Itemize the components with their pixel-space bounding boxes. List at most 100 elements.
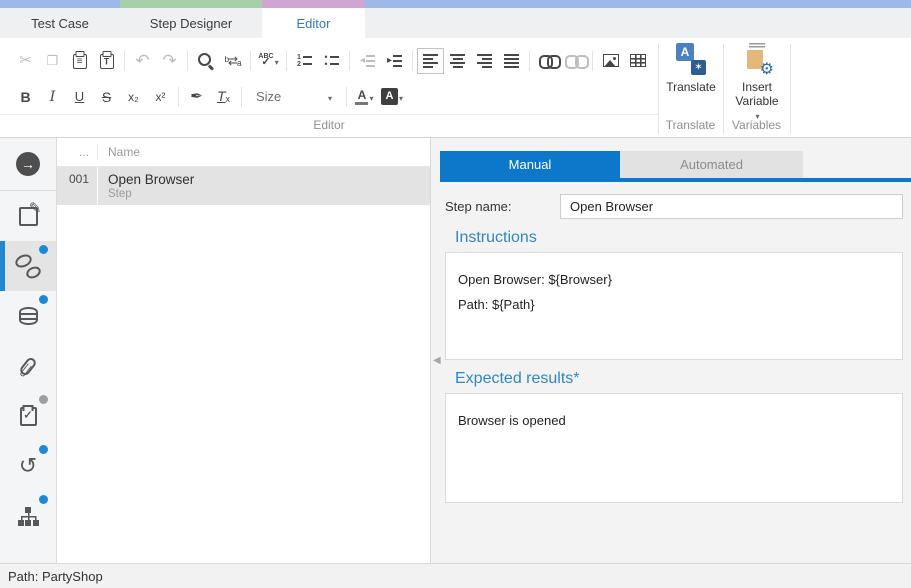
tab-label: Test Case: [31, 16, 89, 31]
spellcheck-button[interactable]: [255, 48, 282, 74]
chevron-down-icon: [399, 88, 403, 106]
translate-button[interactable]: Translate: [660, 43, 722, 94]
subscript-icon: [128, 91, 139, 103]
bold-icon: [20, 90, 30, 104]
sidebar-item-navigate[interactable]: [0, 138, 56, 190]
clear-format-button[interactable]: [210, 84, 237, 110]
cut-icon: [19, 53, 32, 68]
bullet-list-icon: [324, 54, 338, 68]
group-separator-line: [0, 114, 658, 115]
sidebar-item-hierarchy[interactable]: [0, 491, 56, 541]
step-list-rows: 001Open BrowserStep: [57, 167, 430, 205]
paste-button[interactable]: [66, 48, 93, 74]
align-left-button[interactable]: [417, 48, 444, 74]
insert-table-button[interactable]: [624, 48, 651, 74]
step-name-label: Step name:: [445, 199, 560, 214]
outdent-icon: [360, 55, 375, 67]
paste-icon: [73, 54, 87, 69]
step-list-panel: ... Name 001Open BrowserStep: [57, 138, 430, 563]
highlight-color-button[interactable]: [378, 84, 406, 110]
align-right-icon: [477, 54, 492, 68]
search-button[interactable]: [192, 48, 219, 74]
toolbar-divider: [187, 51, 188, 71]
justify-button[interactable]: [498, 48, 525, 74]
toolbar-divider: [529, 51, 530, 71]
detail-tab-automated[interactable]: Automated: [620, 151, 803, 178]
step-row-main: Open BrowserStep: [98, 167, 194, 205]
step-list-row[interactable]: 001Open BrowserStep: [57, 167, 430, 205]
instructions-textbox[interactable]: Open Browser: ${Browser}Path: ${Path}: [445, 252, 903, 360]
toolbar-divider: [124, 51, 125, 71]
section-title: Expected results*: [455, 370, 903, 388]
section-expected-results: Expected results* Browser is opened: [445, 370, 903, 503]
insert-variable-button-label: Insert Variable: [724, 80, 790, 108]
bold-button[interactable]: [12, 84, 39, 110]
undo-icon: [135, 52, 149, 69]
sidebar-item-edit[interactable]: [0, 191, 56, 241]
notification-badge: [39, 295, 48, 304]
font-size-dropdown[interactable]: Size: [250, 85, 338, 109]
detail-tab-manual[interactable]: Manual: [440, 151, 620, 178]
sidebar-item-attachments[interactable]: [0, 341, 56, 391]
numbered-list-button[interactable]: [291, 48, 318, 74]
translate-button-label: Translate: [666, 80, 716, 94]
chevron-down-icon: [328, 89, 332, 104]
sidebar-item-data[interactable]: [0, 291, 56, 341]
tab-step-designer[interactable]: Step Designer: [120, 0, 262, 38]
sidebar-item-checklist[interactable]: [0, 391, 56, 441]
notification-badge: [39, 395, 48, 404]
expected-results-textbox[interactable]: Browser is opened: [445, 393, 903, 503]
chevron-down-icon: [369, 88, 373, 106]
copy-icon: [47, 54, 59, 67]
strikethrough-button[interactable]: [93, 84, 120, 110]
paste-text-button[interactable]: [93, 48, 120, 74]
format-painter-icon: [190, 89, 203, 104]
italic-icon: [50, 90, 56, 104]
superscript-icon: [156, 91, 166, 103]
superscript-button[interactable]: [147, 84, 174, 110]
step-detail-panel: ManualAutomated Step name: InstructionsO…: [430, 138, 911, 563]
link-button[interactable]: [534, 48, 561, 74]
db-icon: [19, 307, 38, 325]
tab-color-strip: [0, 0, 120, 8]
underline-button[interactable]: [66, 84, 93, 110]
text-line: Path: ${Path}: [458, 297, 890, 312]
toolbar-divider: [286, 51, 287, 71]
toolbar-divider: [412, 51, 413, 71]
bullet-list-button[interactable]: [318, 48, 345, 74]
font-color-button[interactable]: [351, 84, 378, 110]
group-label-editor: Editor: [0, 118, 658, 132]
insert-image-button[interactable]: [597, 48, 624, 74]
insert-variable-icon: [741, 43, 773, 75]
ribbon-toolbar: Size Editor Translate Insert Variable Tr…: [0, 38, 911, 138]
highlight-color-icon: [381, 88, 398, 105]
align-center-button[interactable]: [444, 48, 471, 74]
group-label-variables: Variables: [723, 118, 790, 132]
search-icon: [197, 52, 214, 69]
spellcheck-icon: [258, 53, 273, 68]
sidebar-item-steps[interactable]: [0, 241, 56, 291]
tab-color-strip: [120, 0, 262, 8]
paste-text-icon: [100, 54, 114, 69]
indent-icon: [387, 55, 402, 67]
tree-icon: [18, 507, 39, 526]
align-right-button[interactable]: [471, 48, 498, 74]
insert-table-icon: [630, 54, 646, 67]
indent-button[interactable]: [381, 48, 408, 74]
left-icon-sidebar: [0, 138, 57, 563]
numbered-list-icon: [297, 54, 312, 68]
replace-button[interactable]: [219, 48, 246, 74]
tab-test-case[interactable]: Test Case: [0, 0, 120, 38]
italic-button[interactable]: [39, 84, 66, 110]
collapse-panel-handle[interactable]: [433, 350, 441, 368]
step-name-input[interactable]: [560, 194, 903, 219]
subscript-button[interactable]: [120, 84, 147, 110]
align-center-icon: [450, 54, 465, 68]
insert-variable-button[interactable]: Insert Variable: [724, 43, 790, 122]
tab-editor[interactable]: Editor: [262, 0, 365, 38]
sidebar-item-history[interactable]: [0, 441, 56, 491]
history-icon: [19, 455, 37, 477]
group-label-translate: Translate: [658, 118, 723, 132]
step-list-header: ... Name: [57, 138, 430, 167]
format-painter-button[interactable]: [183, 84, 210, 110]
